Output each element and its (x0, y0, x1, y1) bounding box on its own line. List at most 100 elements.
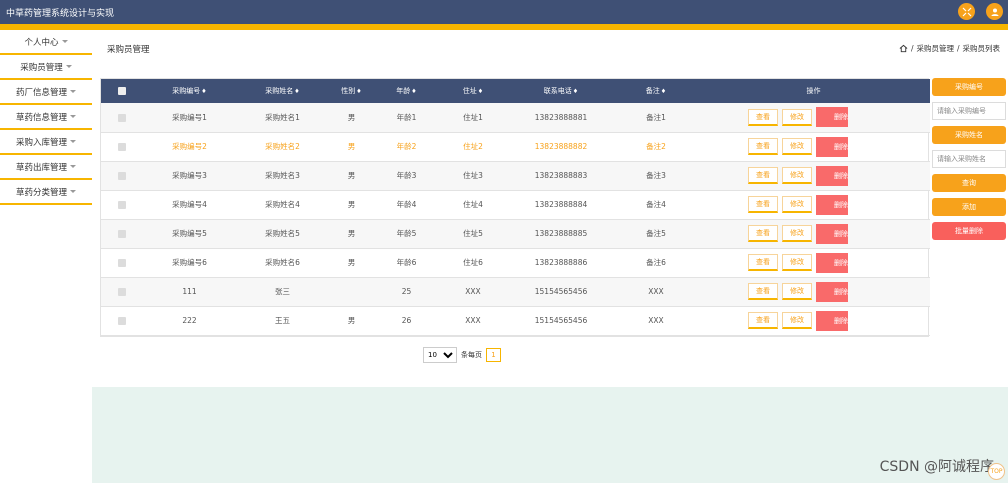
cell-gender (329, 277, 374, 306)
sort-icon: ♦ (201, 88, 207, 95)
sidebar-item-factories[interactable]: 药厂信息管理 (0, 80, 92, 105)
breadcrumb-level2: 采购员列表 (962, 44, 1001, 53)
view-button[interactable]: 查看 (748, 254, 778, 271)
page-size-select[interactable]: 10 (423, 347, 457, 363)
delete-button[interactable]: 删除 (816, 252, 848, 273)
breadcrumb-level1[interactable]: 采购员管理 (916, 43, 954, 54)
sidebar-item-stock-out[interactable]: 草药出库管理 (0, 155, 92, 180)
delete-button[interactable]: 删除 (816, 107, 848, 128)
col-header-address[interactable]: 住址♦ (439, 79, 507, 103)
cell-gender: 男 (347, 229, 356, 238)
delete-button[interactable]: 删除 (816, 281, 848, 302)
sidebar-item-label: 草药出库管理 (15, 162, 67, 173)
cell-phone: 13823888881 (534, 112, 588, 122)
query-button[interactable]: 查询 (932, 174, 1006, 192)
breadcrumb-separator: / (910, 44, 914, 53)
back-to-top-button[interactable]: TOP (988, 463, 1005, 480)
search-name-input[interactable] (932, 150, 1006, 168)
sidebar-item-buyers[interactable]: 采购员管理 (0, 55, 92, 80)
edit-button[interactable]: 修改 (782, 312, 812, 329)
cell-id: 采购编号6 (172, 258, 207, 267)
sidebar: 个人中心 采购员管理 药厂信息管理 草药信息管理 采购入库管理 草药出库管理 草… (0, 30, 92, 205)
cell-note: 备注1 (646, 112, 666, 122)
sort-icon: ♦ (411, 88, 417, 95)
view-button[interactable]: 查看 (748, 283, 778, 300)
row-checkbox[interactable] (118, 259, 126, 267)
cell-phone: 13823888886 (534, 258, 588, 267)
cell-address: 住址6 (463, 258, 483, 267)
row-checkbox[interactable] (118, 201, 126, 209)
row-checkbox[interactable] (118, 230, 126, 238)
home-icon[interactable] (899, 44, 908, 53)
batch-delete-button[interactable]: 批量删除 (932, 222, 1006, 240)
edit-button[interactable]: 修改 (782, 254, 812, 271)
sidebar-item-label: 草药分类管理 (15, 187, 67, 198)
col-header-phone[interactable]: 联系电话♦ (507, 79, 615, 103)
row-checkbox[interactable] (118, 288, 126, 296)
edit-button[interactable]: 修改 (782, 225, 812, 242)
cell-id: 111 (182, 287, 197, 296)
cell-name: 采购姓名5 (265, 229, 300, 238)
sidebar-item-categories[interactable]: 草药分类管理 (0, 180, 92, 205)
edit-button[interactable]: 修改 (782, 167, 812, 184)
row-checkbox[interactable] (118, 143, 126, 151)
sidebar-item-label: 草药信息管理 (15, 112, 67, 123)
cell-id: 采购编号5 (172, 229, 207, 238)
cell-age: 年龄5 (396, 229, 417, 238)
edit-button[interactable]: 修改 (782, 108, 812, 126)
view-button[interactable]: 查看 (748, 312, 778, 329)
delete-button[interactable]: 删除 (816, 136, 848, 157)
view-button[interactable]: 查看 (748, 196, 778, 213)
app-title: 中草药管理系统设计与实现 (6, 9, 115, 19)
fullscreen-icon[interactable] (958, 3, 975, 20)
search-id-input[interactable] (932, 102, 1006, 120)
row-checkbox[interactable] (118, 113, 126, 122)
cell-address: 住址5 (463, 229, 483, 238)
table-row: 111 张三 25 XXX 15154565456 XXX 查看 修改 删除 (101, 277, 930, 306)
user-icon[interactable] (986, 3, 1003, 20)
col-header-gender[interactable]: 性别♦ (329, 79, 374, 103)
chevron-down-icon (70, 165, 76, 168)
col-header-name[interactable]: 采购姓名♦ (236, 79, 329, 103)
delete-button[interactable]: 删除 (816, 223, 848, 244)
cell-age: 年龄6 (396, 258, 417, 267)
select-all-checkbox[interactable] (118, 87, 126, 95)
sidebar-item-label: 个人中心 (24, 37, 59, 48)
cell-name: 采购姓名2 (265, 142, 300, 151)
row-checkbox[interactable] (118, 172, 126, 180)
view-button[interactable]: 查看 (748, 225, 778, 242)
add-button[interactable]: 添加 (932, 198, 1006, 216)
delete-button[interactable]: 删除 (816, 165, 848, 186)
data-table: 采购编号♦ 采购姓名♦ 性别♦ 年龄♦ 住址♦ 联系电话♦ 备注♦ 操作 采购编… (100, 78, 930, 337)
view-button[interactable]: 查看 (748, 167, 778, 184)
col-header-age[interactable]: 年龄♦ (374, 79, 439, 103)
delete-button[interactable]: 删除 (816, 194, 848, 215)
sidebar-item-label: 采购入库管理 (15, 137, 67, 148)
cell-address: 住址4 (463, 200, 483, 209)
table-row: 222 王五 男 26 XXX 15154565456 XXX 查看 修改 删除 (101, 306, 930, 335)
delete-button[interactable]: 删除 (816, 310, 848, 331)
cell-gender: 男 (347, 258, 356, 267)
cell-note: 备注4 (646, 200, 666, 209)
table-row: 采购编号2 采购姓名2 男 年龄2 住址2 13823888882 备注2 查看 修改 删除 (101, 132, 930, 161)
edit-button[interactable]: 修改 (782, 196, 812, 213)
chevron-down-icon (70, 115, 76, 118)
sidebar-item-profile[interactable]: 个人中心 (0, 30, 92, 55)
edit-button[interactable]: 修改 (782, 283, 812, 300)
sort-icon: ♦ (294, 88, 300, 95)
cell-phone: 13823888883 (534, 171, 588, 180)
sidebar-item-stock-in[interactable]: 采购入库管理 (0, 130, 92, 155)
cell-id: 采购编号3 (172, 171, 207, 180)
table-row: 采购编号3 采购姓名3 男 年龄3 住址3 13823888883 备注3 查看 修改 删除 (101, 161, 930, 190)
page-number-1[interactable]: 1 (486, 348, 501, 362)
row-checkbox[interactable] (118, 317, 126, 325)
cell-phone: 15154565456 (534, 287, 588, 296)
cell-address: XXX (465, 316, 481, 325)
col-header-note[interactable]: 备注♦ (615, 79, 697, 103)
table-row: 采购编号4 采购姓名4 男 年龄4 住址4 13823888884 备注4 查看 修改 删除 (101, 190, 930, 219)
edit-button[interactable]: 修改 (782, 138, 812, 155)
sidebar-item-herbs[interactable]: 草药信息管理 (0, 105, 92, 130)
view-button[interactable]: 查看 (748, 138, 778, 155)
view-button[interactable]: 查看 (748, 108, 778, 126)
col-header-id[interactable]: 采购编号♦ (143, 79, 236, 103)
